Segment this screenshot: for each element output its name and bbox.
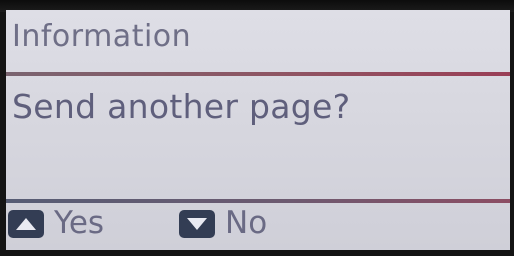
footer-divider <box>6 199 510 203</box>
no-softkey[interactable]: No <box>179 208 267 239</box>
yes-label: Yes <box>54 205 105 241</box>
triangle-down-icon <box>179 209 215 238</box>
triangle-up-icon <box>8 209 44 238</box>
yes-softkey[interactable]: Yes <box>8 208 104 239</box>
prompt-message: Send another page? <box>12 87 351 126</box>
header-divider <box>6 72 510 76</box>
screen-title: Information <box>12 19 192 54</box>
no-label: No <box>225 205 268 241</box>
lcd-screen: Information Send another page? Yes No <box>6 10 510 250</box>
